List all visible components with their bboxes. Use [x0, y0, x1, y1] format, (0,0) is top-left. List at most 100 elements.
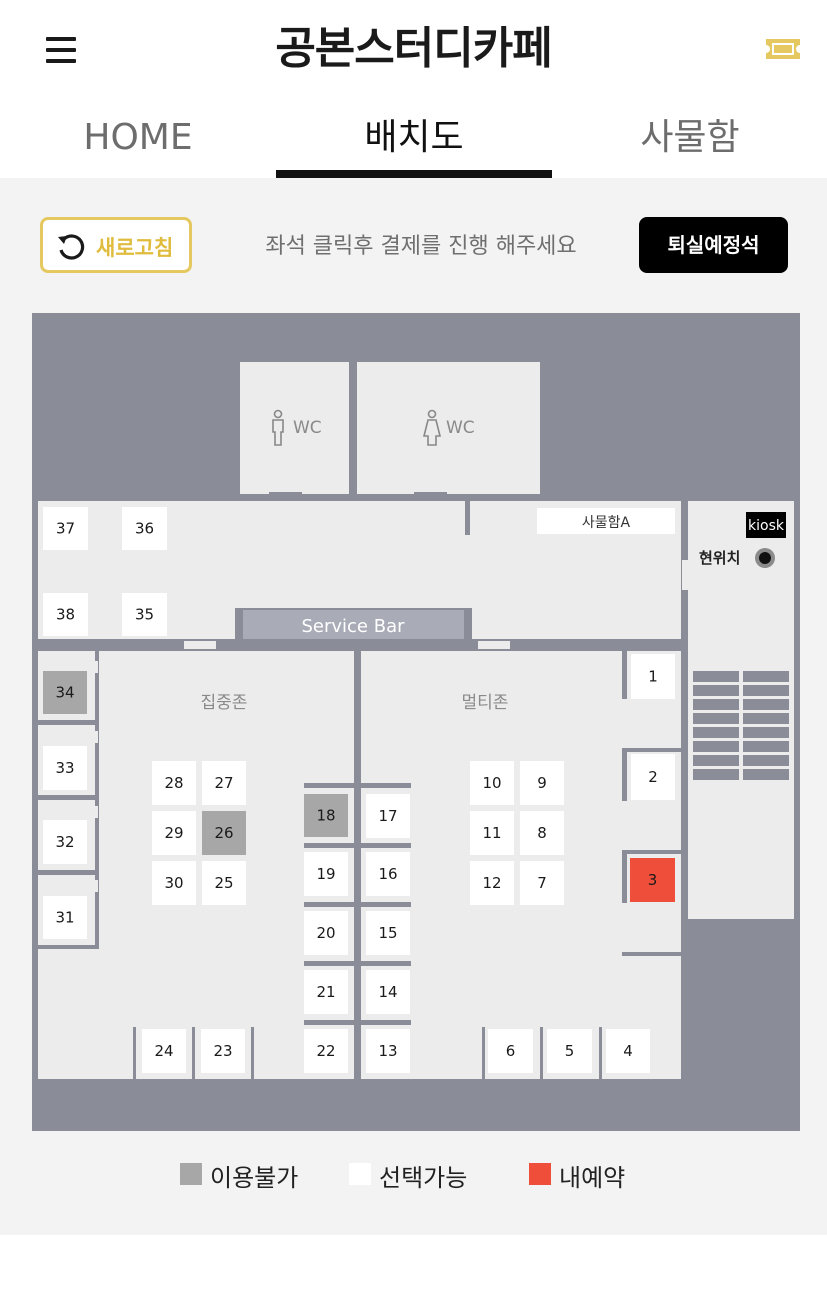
seat-13[interactable]: 13: [366, 1029, 410, 1073]
stair-step: [693, 713, 739, 724]
seat-11[interactable]: 11: [470, 811, 514, 855]
seat-number: 30: [164, 874, 183, 892]
stair-step: [693, 671, 739, 682]
ticket-icon[interactable]: [764, 36, 802, 62]
seat-number: 11: [482, 824, 501, 842]
stair-step: [743, 699, 789, 710]
seat-number: 34: [55, 684, 74, 702]
seat-number: 7: [537, 874, 547, 892]
seat-32[interactable]: 32: [43, 820, 87, 864]
legend-swatch-available: [349, 1163, 371, 1185]
service-bar-label: Service Bar: [301, 616, 405, 637]
kiosk-label: kiosk: [748, 518, 785, 534]
seat-number: 17: [378, 807, 397, 825]
seat-28[interactable]: 28: [152, 761, 196, 805]
stair-step: [743, 685, 789, 696]
seat-29[interactable]: 29: [152, 811, 196, 855]
wc-label-men: WC: [293, 418, 322, 438]
floor-map: WC WC 사물함A Service Bar kiosk 현위치 집중존 멀티존: [32, 313, 800, 1131]
seat-number: 9: [537, 774, 547, 792]
seat-17[interactable]: 17: [366, 794, 410, 838]
seat-5[interactable]: 5: [547, 1029, 592, 1073]
seat-21[interactable]: 21: [304, 970, 348, 1014]
seat-number: 35: [135, 606, 154, 624]
seat-26[interactable]: 26: [202, 811, 246, 855]
seat-number: 3: [648, 871, 658, 889]
tab-home[interactable]: HOME: [0, 96, 276, 178]
zone-label-focus: 집중존: [201, 693, 248, 713]
seat-34[interactable]: 34: [43, 671, 87, 714]
seat-37[interactable]: 37: [43, 507, 88, 550]
seat-number: 19: [316, 865, 335, 883]
seat-15[interactable]: 15: [366, 911, 410, 955]
seat-14[interactable]: 14: [366, 970, 410, 1014]
seat-legend: 이용불가 선택가능 내예약: [0, 1152, 827, 1196]
seat-number: 18: [316, 807, 335, 825]
stair-step: [743, 671, 789, 682]
seat-10[interactable]: 10: [470, 761, 514, 805]
stair-step: [743, 755, 789, 766]
zone-label-multi: 멀티존: [462, 693, 509, 713]
seat-number: 22: [316, 1042, 335, 1060]
stair-step: [693, 699, 739, 710]
seat-18[interactable]: 18: [304, 794, 348, 837]
stair-step: [743, 713, 789, 724]
seat-25[interactable]: 25: [202, 861, 246, 905]
seat-16[interactable]: 16: [366, 852, 410, 896]
seat-number: 12: [482, 874, 501, 892]
app-title: 공본스터디카페: [275, 23, 552, 74]
seat-31[interactable]: 31: [43, 896, 87, 939]
seat-23[interactable]: 23: [201, 1029, 245, 1073]
tab-bar: HOME 배치도 사물함: [0, 96, 827, 178]
seat-20[interactable]: 20: [304, 911, 348, 955]
stair-step: [693, 741, 739, 752]
seat-9[interactable]: 9: [520, 761, 564, 805]
seat-8[interactable]: 8: [520, 811, 564, 855]
stair-step: [743, 769, 789, 780]
seat-number: 31: [55, 909, 74, 927]
seat-number: 27: [214, 774, 233, 792]
wc-label-women: WC: [446, 418, 475, 438]
seat-2[interactable]: 2: [631, 754, 675, 800]
seat-30[interactable]: 30: [152, 861, 196, 905]
checkout-seats-button[interactable]: 퇴실예정석: [639, 217, 788, 273]
seat-number: 25: [214, 874, 233, 892]
legend-label-unavailable: 이용불가: [210, 1164, 299, 1192]
seat-number: 24: [154, 1042, 173, 1060]
seat-number: 6: [506, 1042, 516, 1060]
stair-step: [693, 755, 739, 766]
stair-step: [743, 741, 789, 752]
seat-33[interactable]: 33: [43, 746, 87, 790]
seat-number: 16: [378, 865, 397, 883]
seat-12[interactable]: 12: [470, 861, 514, 905]
guide-text: 좌석 클릭후 결제를 진행 해주세요: [265, 234, 577, 259]
app-header: 공본스터디카페: [0, 0, 827, 96]
seat-22[interactable]: 22: [304, 1029, 348, 1073]
refresh-icon: [58, 234, 85, 260]
seat-number: 15: [378, 924, 397, 942]
seat-number: 10: [482, 774, 501, 792]
seat-number: 4: [623, 1042, 633, 1060]
stair-step: [743, 727, 789, 738]
seat-1[interactable]: 1: [631, 654, 675, 699]
seat-number: 28: [164, 774, 183, 792]
stair-step: [693, 685, 739, 696]
seat-number: 2: [648, 768, 658, 786]
tab-seat-map[interactable]: 배치도: [276, 96, 552, 178]
seat-36[interactable]: 36: [122, 507, 167, 550]
seat-19[interactable]: 19: [304, 852, 348, 896]
seat-27[interactable]: 27: [202, 761, 246, 805]
seat-24[interactable]: 24: [142, 1029, 186, 1073]
tab-locker[interactable]: 사물함: [552, 96, 827, 178]
seat-6[interactable]: 6: [488, 1029, 533, 1073]
seat-35[interactable]: 35: [122, 593, 167, 636]
seat-number: 1: [648, 668, 658, 686]
seat-4[interactable]: 4: [606, 1029, 650, 1073]
refresh-button[interactable]: 새로고침: [40, 217, 192, 273]
seat-7[interactable]: 7: [520, 861, 564, 905]
stair-step: [693, 769, 739, 780]
seat-38[interactable]: 38: [43, 593, 88, 636]
tab-seat-map-label: 배치도: [364, 117, 464, 158]
seat-number: 38: [56, 606, 75, 624]
seat-3[interactable]: 3: [630, 858, 675, 902]
